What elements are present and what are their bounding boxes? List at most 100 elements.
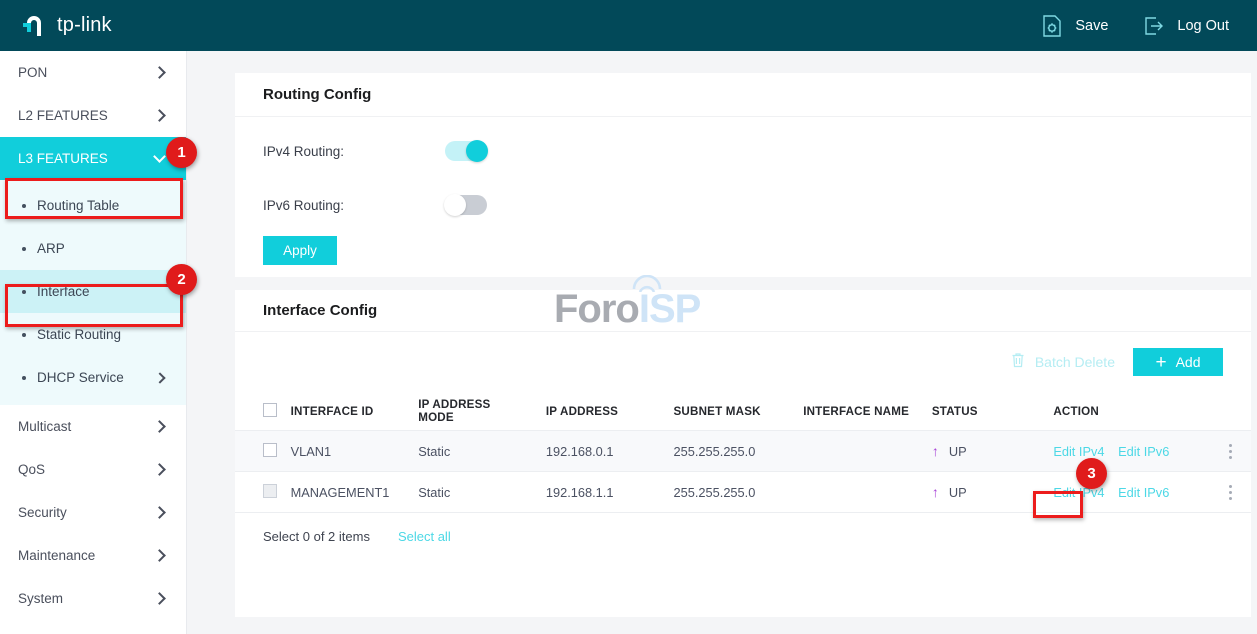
cell-row-menu (1210, 472, 1251, 513)
chevron-right-icon (153, 66, 166, 79)
sidebar-item-maintenance[interactable]: Maintenance (0, 534, 186, 577)
column-header-ip-address[interactable]: IP ADDRESS (546, 392, 674, 431)
save-label: Save (1075, 17, 1109, 34)
chevron-right-icon (153, 592, 166, 605)
cell-row-menu (1210, 431, 1251, 472)
toggle-knob (444, 194, 466, 216)
edit-ipv6-link[interactable]: Edit IPv6 (1118, 444, 1169, 459)
sidebar-item-system[interactable]: System (0, 577, 186, 620)
row-checkbox[interactable] (263, 442, 277, 457)
annotation-box-3 (1033, 491, 1083, 518)
interface-config-header: Interface Config (235, 290, 1251, 332)
ipv6-routing-toggle[interactable] (444, 194, 487, 216)
sidebar-item-label: Maintenance (18, 548, 96, 563)
sidebar-item-l2-features[interactable]: L2 FEATURES (0, 94, 186, 137)
routing-config-header: Routing Config (235, 73, 1251, 117)
selection-status: Select 0 of 2 items (263, 529, 370, 544)
bullet-icon (22, 246, 26, 251)
sidebar-item-label: Multicast (18, 419, 72, 434)
cell-interface-name (803, 472, 932, 513)
chevron-right-icon (153, 463, 166, 476)
bullet-icon (22, 332, 26, 337)
save-gear-document-icon (1040, 14, 1064, 38)
column-header-menu (1210, 392, 1251, 431)
logout-arrow-icon (1142, 14, 1166, 38)
cell-subnet-mask: 255.255.255.0 (673, 443, 756, 459)
cell-ip-address-mode: Static (418, 484, 451, 500)
chevron-right-icon (153, 549, 166, 562)
row-select-cell (235, 472, 291, 513)
logout-button[interactable]: Log Out (1142, 14, 1229, 38)
app-root: tp-link Save Log Out PON L2 FEATURES L3 … (0, 0, 1257, 634)
annotation-badge-1: 1 (166, 137, 197, 168)
header-actions: Save Log Out (1006, 14, 1229, 38)
row-checkbox[interactable] (263, 483, 277, 498)
sidebar-item-label: QoS (18, 462, 46, 477)
toggle-knob (466, 140, 488, 162)
edit-ipv6-link[interactable]: Edit IPv6 (1118, 485, 1169, 500)
sidebar-nav: PON L2 FEATURES L3 FEATURES Routing Tabl… (0, 51, 187, 634)
chevron-right-icon (153, 506, 166, 519)
ipv6-routing-label: IPv6 Routing: (263, 197, 345, 213)
add-label: Add (1175, 354, 1201, 370)
sidebar-item-label: System (18, 591, 64, 606)
chevron-right-icon (153, 109, 166, 122)
save-button[interactable]: Save (1040, 14, 1108, 38)
column-header-interface-name[interactable]: INTERFACE NAME (803, 392, 932, 431)
sidebar-item-label: L2 FEATURES (18, 108, 108, 123)
apply-button[interactable]: Apply (263, 236, 337, 265)
routing-config-panel: Routing Config IPv4 Routing: IPv6 Routin… (235, 73, 1251, 277)
ipv4-routing-toggle[interactable] (445, 140, 488, 162)
table-toolbar: Batch Delete + Add (235, 332, 1251, 392)
add-button[interactable]: + Add (1133, 348, 1223, 376)
column-header-subnet-mask[interactable]: SUBNET MASK (674, 392, 804, 431)
select-all-link[interactable]: Select all (398, 529, 451, 544)
kebab-menu-icon[interactable] (1210, 483, 1251, 501)
sidebar-item-label: Security (18, 505, 67, 520)
chevron-right-icon (153, 420, 166, 433)
brand-logo[interactable]: tp-link (22, 13, 112, 39)
cell-ip-address-mode: Static (418, 443, 451, 459)
interface-config-panel: Interface Config Batch Delete + Add INTE… (235, 290, 1251, 617)
sidebar-subitem-label: DHCP Service (37, 370, 124, 385)
chevron-down-icon (153, 150, 166, 163)
column-header-interface-id[interactable]: INTERFACE ID (291, 392, 419, 431)
bullet-icon (22, 375, 26, 380)
cell-status: ↑ UP (932, 431, 1053, 472)
row-select-cell (235, 431, 291, 472)
cell-interface-name (803, 431, 932, 472)
cell-interface-id: VLAN1 (290, 443, 332, 459)
status-badge: UP (948, 484, 967, 500)
batch-delete-button[interactable]: Batch Delete (1010, 352, 1115, 372)
annotation-box-2 (5, 284, 183, 327)
section-title: Interface Config (263, 302, 378, 319)
column-header-status[interactable]: STATUS (932, 392, 1053, 431)
column-header-action: ACTION (1053, 404, 1099, 418)
top-header-bar: tp-link Save Log Out (0, 0, 1257, 51)
sidebar-subitem-label: ARP (37, 241, 65, 256)
arrow-up-icon: ↑ (931, 443, 939, 459)
arrow-up-icon: ↑ (931, 484, 939, 500)
sidebar-item-multicast[interactable]: Multicast (0, 405, 186, 448)
column-header-ip-address-mode[interactable]: IP ADDRESS MODE (418, 392, 546, 431)
sidebar-item-security[interactable]: Security (0, 491, 186, 534)
edit-ipv4-link[interactable]: Edit IPv4 (1053, 444, 1104, 459)
plus-icon: + (1155, 351, 1167, 373)
chevron-right-icon (154, 371, 166, 384)
sidebar-item-pon[interactable]: PON (0, 51, 186, 94)
sidebar-subitem-dhcp-service[interactable]: DHCP Service (0, 356, 186, 399)
table-footer: Select 0 of 2 items Select all (235, 513, 1251, 544)
kebab-menu-icon[interactable] (1210, 442, 1251, 460)
sidebar-subitem-label: Static Routing (37, 327, 122, 342)
main-content: Routing Config IPv4 Routing: IPv6 Routin… (187, 51, 1257, 634)
select-all-checkbox[interactable] (263, 402, 277, 417)
sidebar-subitem-arp[interactable]: ARP (0, 227, 186, 270)
status-badge: UP (948, 443, 967, 459)
annotation-box-1 (5, 178, 183, 219)
select-all-header-cell (235, 392, 291, 431)
cell-subnet-mask: 255.255.255.0 (673, 484, 756, 500)
sidebar-item-label: PON (18, 65, 48, 80)
interface-table: INTERFACE ID IP ADDRESS MODE IP ADDRESS … (235, 392, 1251, 513)
sidebar-item-qos[interactable]: QoS (0, 448, 186, 491)
sidebar-item-l3-features[interactable]: L3 FEATURES (0, 137, 186, 180)
